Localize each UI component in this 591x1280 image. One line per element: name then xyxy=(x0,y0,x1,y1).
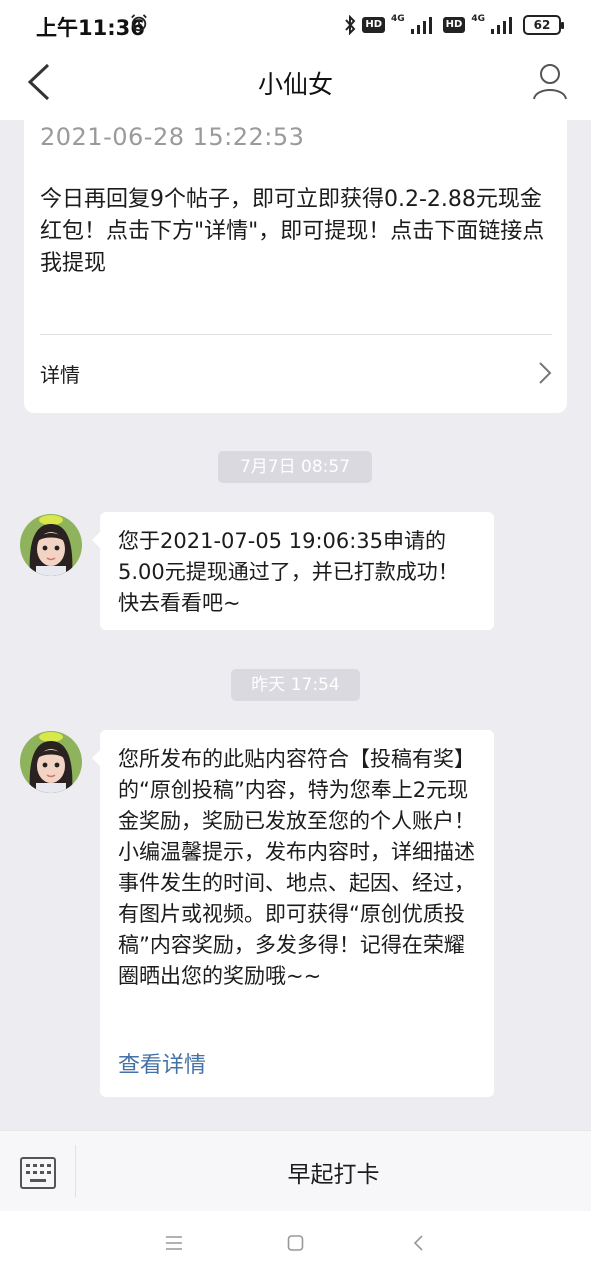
avatar-image xyxy=(20,514,82,576)
menu-icon[interactable] xyxy=(165,1235,183,1251)
hd-badge: HD xyxy=(362,17,386,33)
status-bar: 上午11:36 HD 4G HD 4G 62 xyxy=(0,0,591,52)
view-details-link[interactable]: 查看详情 xyxy=(118,1050,206,1081)
signal-icon xyxy=(410,17,432,34)
card-body-text: 今日再回复9个帖子，即可立即获得0.2-2.88元现金红包！点击下方"详情"，即… xyxy=(40,187,545,276)
card-detail-label: 详情 xyxy=(40,363,80,387)
system-nav-bar xyxy=(0,1211,591,1280)
network-label: 4G xyxy=(391,14,405,24)
card-timestamp: 2021-06-28 15:22:53 xyxy=(40,123,305,151)
avatar-image xyxy=(20,731,82,793)
message-text: 您所发布的此贴内容符合【投稿有奖】的“原创投稿”内容，特为您奉上2元现金奖励，奖… xyxy=(118,747,475,988)
keyboard-icon[interactable] xyxy=(20,1152,56,1190)
notification-card: 2021-06-28 15:22:53 今日再回复9个帖子，即可立即获得0.2-… xyxy=(24,108,567,413)
status-time: 上午11:36 xyxy=(36,16,145,40)
chevron-right-icon xyxy=(539,362,552,384)
back-nav-icon[interactable] xyxy=(412,1235,426,1251)
hd-badge-2: HD xyxy=(442,17,466,33)
card-detail-row[interactable]: 详情 xyxy=(40,335,552,411)
message-time: 7月7日 08:57 xyxy=(218,451,372,483)
battery-icon: 62 xyxy=(523,15,564,35)
message-bubble: 您于2021-07-05 19:06:35申请的5.00元提现通过了，并已打款成… xyxy=(92,512,494,630)
home-icon[interactable] xyxy=(287,1235,305,1251)
status-icons: HD 4G HD 4G 62 xyxy=(344,13,564,37)
menu-button[interactable]: 早起打卡 xyxy=(76,1155,591,1189)
message-bubble: 您所发布的此贴内容符合【投稿有奖】的“原创投稿”内容，特为您奉上2元现金奖励，奖… xyxy=(92,730,494,1097)
network-label-2: 4G xyxy=(471,14,485,24)
bottom-menu-bar: 早起打卡 xyxy=(0,1130,591,1211)
avatar[interactable] xyxy=(20,514,82,576)
profile-icon[interactable] xyxy=(531,61,569,101)
page-title: 小仙女 xyxy=(257,70,333,99)
avatar[interactable] xyxy=(20,731,82,793)
bluetooth-icon xyxy=(345,15,356,35)
signal-icon-2 xyxy=(491,17,512,34)
message-time: 昨天 17:54 xyxy=(231,669,360,701)
message-text: 您于2021-07-05 19:06:35申请的5.00元提现通过了，并已打款成… xyxy=(118,529,459,615)
alarm-icon xyxy=(131,14,147,32)
